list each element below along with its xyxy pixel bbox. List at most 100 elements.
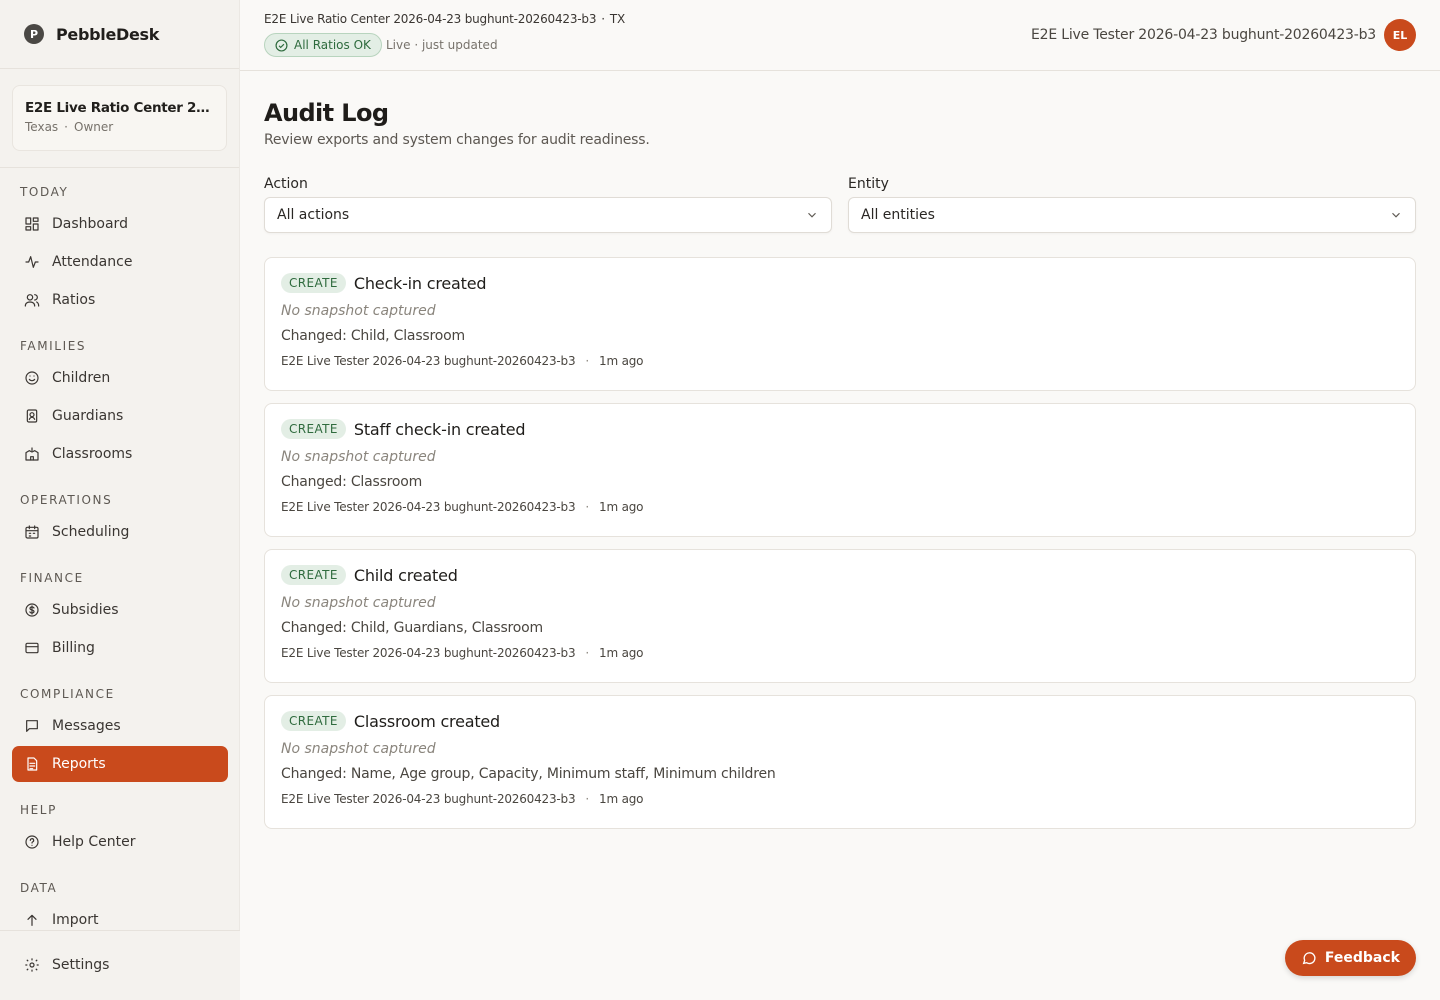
org-meta-separator: · — [64, 120, 68, 134]
entry-snapshot: No snapshot captured — [281, 449, 436, 465]
action-select[interactable]: All actions — [264, 197, 832, 233]
header-center-title: E2E Live Ratio Center 2026-04-23 bughunt… — [264, 12, 625, 26]
contact-icon — [24, 408, 40, 424]
entry-header: CREATE Child created — [281, 564, 1399, 586]
sidebar-footer: Settings — [0, 930, 240, 1000]
sidebar-item-subsidies[interactable]: Subsidies — [12, 592, 228, 628]
org-switcher[interactable]: E2E Live Ratio Center 2026-04-23 bughunt… — [12, 85, 227, 151]
sidebar-section-label: COMPLIANCE — [20, 687, 115, 701]
entry-title: Staff check-in created — [353, 419, 526, 439]
entry-header: CREATE Staff check-in created — [281, 418, 1399, 440]
org-state: Texas — [25, 120, 59, 134]
upload-icon — [24, 912, 40, 928]
entry-meta: E2E Live Tester 2026-04-23 bughunt-20260… — [281, 792, 1399, 806]
sidebar-item-billing[interactable]: Billing — [12, 630, 228, 666]
sidebar-item-ratios[interactable]: Ratios — [12, 282, 228, 318]
entry-actor: E2E Live Tester 2026-04-23 bughunt-20260… — [281, 354, 576, 368]
sidebar-item-label: Messages — [52, 718, 121, 734]
action-filter-label: Action — [264, 176, 308, 192]
entry-actor: E2E Live Tester 2026-04-23 bughunt-20260… — [281, 500, 576, 514]
entry-meta: E2E Live Tester 2026-04-23 bughunt-20260… — [281, 646, 1399, 660]
sidebar-nav: TODAY Dashboard Attendance Ratios FAMILIES Ch… — [0, 168, 240, 930]
entry-time: 1m ago — [599, 792, 644, 806]
entry-snapshot: No snapshot captured — [281, 303, 436, 319]
entry-title: Child created — [353, 565, 458, 585]
sidebar-item-messages[interactable]: Messages — [12, 708, 228, 744]
entry-snapshot: No snapshot captured — [281, 595, 436, 611]
sidebar-section-label: OPERATIONS — [20, 493, 113, 507]
audit-entry[interactable]: CREATE Child created No snapshot capture… — [264, 549, 1416, 683]
entry-time: 1m ago — [599, 646, 644, 660]
entry-snapshot: No snapshot captured — [281, 741, 436, 757]
calendar-icon — [24, 524, 40, 540]
header-center-name: E2E Live Ratio Center 2026-04-23 bughunt… — [264, 12, 597, 26]
sidebar-section-label: HELP — [20, 803, 57, 817]
credit-card-icon — [24, 640, 40, 656]
org-name: E2E Live Ratio Center 2026-04-23 bughunt… — [25, 100, 214, 116]
entity-select[interactable]: All entities — [848, 197, 1416, 233]
sidebar-item-help-center[interactable]: Help Center — [12, 824, 228, 860]
page-subtitle: Review exports and system changes for au… — [264, 132, 650, 148]
entry-changed: Changed: Name, Age group, Capacity, Mini… — [281, 766, 776, 782]
header-title-separator: · — [601, 12, 605, 26]
sidebar-item-label: Ratios — [52, 292, 96, 308]
audit-entry[interactable]: CREATE Staff check-in created No snapsho… — [264, 403, 1416, 537]
entry-meta: E2E Live Tester 2026-04-23 bughunt-20260… — [281, 500, 1399, 514]
sidebar-item-label: Scheduling — [52, 524, 130, 540]
entity-filter-label: Entity — [848, 176, 889, 192]
entry-actor: E2E Live Tester 2026-04-23 bughunt-20260… — [281, 646, 576, 660]
check-circle-icon — [275, 38, 288, 52]
message-circle-icon — [1301, 950, 1317, 966]
ratio-status-badge[interactable]: All Ratios OK — [264, 33, 382, 57]
sidebar-item-dashboard[interactable]: Dashboard — [12, 206, 228, 242]
gear-icon — [24, 957, 40, 973]
entry-time: 1m ago — [599, 354, 644, 368]
audit-entry[interactable]: CREATE Check-in created No snapshot capt… — [264, 257, 1416, 391]
brand[interactable]: P PebbleDesk — [0, 0, 239, 69]
sidebar-item-label: Children — [52, 370, 111, 386]
sidebar-item-label: Subsidies — [52, 602, 119, 618]
sidebar-item-scheduling[interactable]: Scheduling — [12, 514, 228, 550]
report-icon — [24, 756, 40, 772]
entity-filter: Entity All entities — [848, 176, 1416, 233]
feedback-button[interactable]: Feedback — [1284, 940, 1416, 976]
activity-icon — [24, 254, 40, 270]
entry-title: Check-in created — [353, 273, 487, 293]
entry-header: CREATE Check-in created — [281, 272, 1399, 294]
entry-actor: E2E Live Tester 2026-04-23 bughunt-20260… — [281, 792, 576, 806]
sidebar-item-label: Dashboard — [52, 216, 128, 232]
entry-meta-separator: · — [585, 792, 590, 806]
school-icon — [24, 446, 40, 462]
sidebar-item-label: Billing — [52, 640, 95, 656]
sidebar-item-reports[interactable]: Reports — [12, 746, 228, 782]
sidebar-item-attendance[interactable]: Attendance — [12, 244, 228, 280]
org-role: Owner — [74, 120, 114, 134]
entry-changed: Changed: Child, Guardians, Classroom — [281, 620, 543, 636]
top-header: E2E Live Ratio Center 2026-04-23 bughunt… — [240, 0, 1440, 71]
entity-select-value: All entities — [861, 207, 935, 223]
avatar[interactable]: EL — [1384, 19, 1416, 51]
audit-entry[interactable]: CREATE Classroom created No snapshot cap… — [264, 695, 1416, 829]
sidebar-item-import[interactable]: Import — [12, 902, 228, 930]
entry-changed: Changed: Classroom — [281, 474, 423, 490]
message-icon — [24, 718, 40, 734]
sidebar-item-label: Import — [52, 912, 99, 928]
brand-name: PebbleDesk — [56, 24, 160, 44]
entry-meta-separator: · — [585, 354, 590, 368]
user-name: E2E Live Tester 2026-04-23 bughunt-20260… — [1031, 27, 1376, 43]
sidebar: P PebbleDesk E2E Live Ratio Center 2026-… — [0, 0, 240, 1000]
entry-header: CREATE Classroom created — [281, 710, 1399, 732]
sidebar-section-label: FAMILIES — [20, 339, 87, 353]
sidebar-item-classrooms[interactable]: Classrooms — [12, 436, 228, 472]
sidebar-item-settings[interactable]: Settings — [12, 947, 228, 983]
sidebar-item-guardians[interactable]: Guardians — [12, 398, 228, 434]
sidebar-section-label: FINANCE — [20, 571, 84, 585]
smile-icon — [24, 370, 40, 386]
sidebar-item-label: Classrooms — [52, 446, 133, 462]
chevron-down-icon — [805, 208, 819, 222]
sidebar-item-children[interactable]: Children — [12, 360, 228, 396]
help-icon — [24, 834, 40, 850]
filters: Action All actions Entity All entities — [264, 176, 1416, 233]
action-badge: CREATE — [281, 565, 346, 585]
dollar-icon — [24, 602, 40, 618]
